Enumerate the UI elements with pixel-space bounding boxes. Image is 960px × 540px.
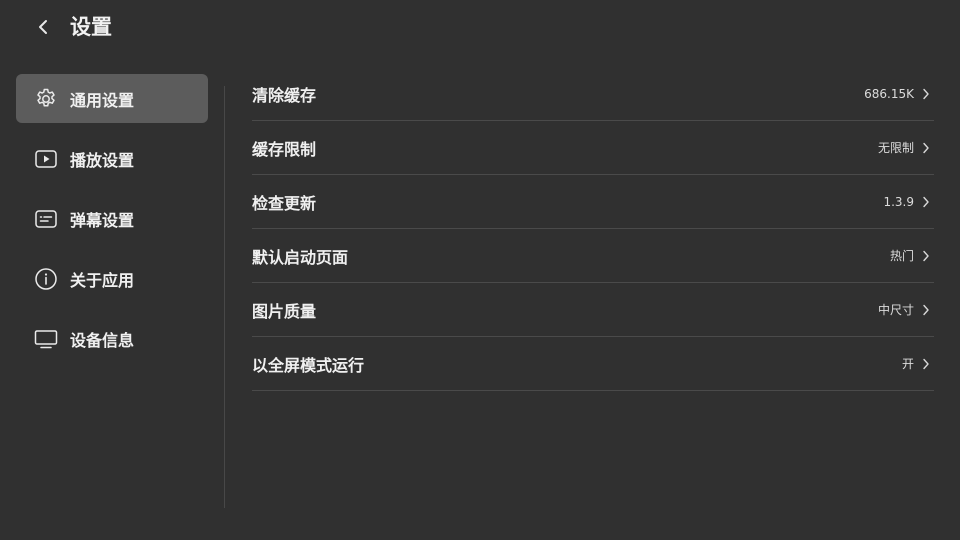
sidebar-item-about[interactable]: 关于应用	[16, 254, 208, 303]
setting-value: 中尺寸	[877, 303, 914, 317]
setting-label: 清除缓存	[252, 85, 317, 105]
setting-label: 缓存限制	[252, 139, 317, 159]
setting-value: 开	[901, 357, 914, 371]
setting-row-cache-limit[interactable]: 缓存限制 无限制	[252, 121, 934, 175]
header: 设置	[0, 0, 960, 56]
chevron-right-icon	[922, 358, 930, 370]
setting-value: 686.15K	[864, 86, 914, 101]
page-title: 设置	[70, 15, 112, 39]
sidebar-item-playback[interactable]: 播放设置	[16, 134, 208, 183]
monitor-icon	[33, 326, 58, 351]
setting-label: 以全屏模式运行	[252, 355, 365, 375]
sidebar-item-danmaku[interactable]: 弹幕设置	[16, 194, 208, 243]
setting-value: 无限制	[877, 141, 914, 155]
info-icon	[33, 266, 58, 291]
sidebar-item-label: 设备信息	[70, 330, 135, 350]
sidebar-divider	[224, 86, 225, 508]
chevron-right-icon	[922, 196, 930, 208]
sidebar-item-label: 通用设置	[70, 90, 135, 110]
chevron-right-icon	[922, 142, 930, 154]
sidebar-item-label: 弹幕设置	[70, 210, 135, 230]
setting-value: 热门	[889, 249, 914, 263]
sidebar: 通用设置 播放设置 弹幕设置 关于应用 设备信息	[16, 74, 208, 374]
sidebar-item-label: 播放设置	[70, 150, 135, 170]
sidebar-item-device[interactable]: 设备信息	[16, 314, 208, 363]
setting-label: 检查更新	[252, 193, 317, 213]
setting-row-clear-cache[interactable]: 清除缓存 686.15K	[252, 67, 934, 121]
chevron-left-icon	[39, 20, 47, 34]
setting-row-fullscreen[interactable]: 以全屏模式运行 开	[252, 337, 934, 391]
danmaku-icon	[33, 206, 58, 231]
play-icon	[33, 146, 58, 171]
chevron-right-icon	[922, 304, 930, 316]
setting-row-default-page[interactable]: 默认启动页面 热门	[252, 229, 934, 283]
gear-icon	[33, 86, 58, 111]
setting-row-check-update[interactable]: 检查更新 1.3.9	[252, 175, 934, 229]
chevron-right-icon	[922, 250, 930, 262]
settings-list: 清除缓存 686.15K 缓存限制 无限制 检查更新 1.3.9 默认启动页面 …	[252, 67, 934, 391]
setting-row-image-quality[interactable]: 图片质量 中尺寸	[252, 283, 934, 337]
setting-label: 默认启动页面	[252, 247, 349, 267]
setting-value: 1.3.9	[883, 194, 914, 209]
sidebar-item-general[interactable]: 通用设置	[16, 74, 208, 123]
sidebar-item-label: 关于应用	[70, 270, 135, 290]
back-button[interactable]	[30, 14, 56, 40]
setting-label: 图片质量	[252, 301, 317, 321]
chevron-right-icon	[922, 88, 930, 100]
